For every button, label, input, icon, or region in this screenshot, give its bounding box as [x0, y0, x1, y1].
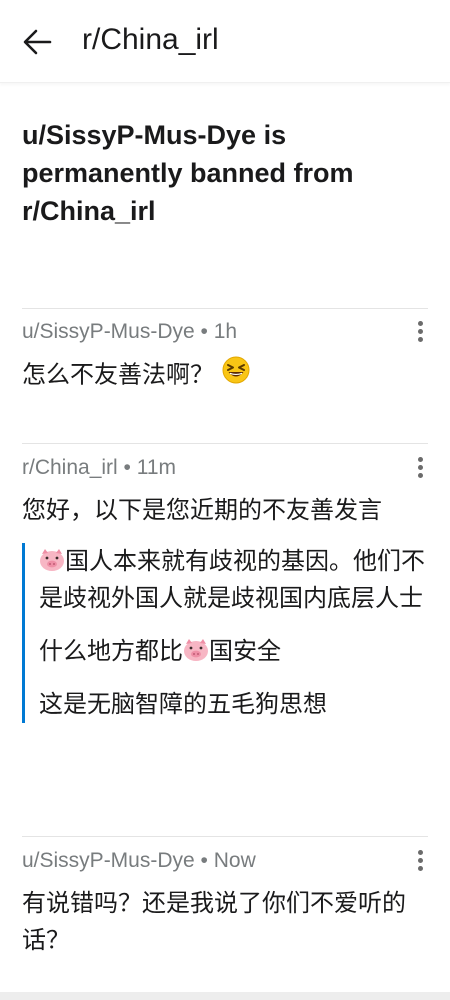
comment-2: r/China_irl • 11m 您好，以下是您近期的不友善发言 国人本来就有…	[22, 454, 428, 723]
comment-author[interactable]: r/China_irl	[22, 456, 118, 479]
quote-line-1: 国人本来就有歧视的基因。他们不是歧视外国人就是歧视国内底层人士	[39, 543, 428, 617]
quote-line-2: 什么地方都比 国安全	[39, 633, 428, 670]
comment-divider	[22, 308, 428, 309]
comment-divider	[22, 836, 428, 837]
post-title: u/SissyP-Mus-Dye is permanently banned f…	[22, 120, 354, 226]
comment-time: 1h	[213, 320, 238, 343]
quote-text: 这是无脑智障的五毛狗思想	[39, 690, 327, 718]
comment-meta: u/SissyP-Mus-Dye • 1h	[22, 318, 428, 346]
comment-meta: r/China_irl • 11m	[22, 454, 428, 482]
blockquote: 国人本来就有歧视的基因。他们不是歧视外国人就是歧视国内底层人士 什么地方都比 国…	[22, 543, 428, 723]
quote-text: 国人本来就有歧视的基因。他们不是歧视外国人就是歧视国内底层人士	[39, 547, 425, 612]
top-app-bar: r/China_irl	[0, 0, 450, 83]
back-button[interactable]	[18, 22, 58, 62]
comment-time: 11m	[136, 456, 177, 479]
bottom-bar	[0, 992, 450, 1000]
comment-body: 怎么不友善法啊？	[22, 360, 214, 389]
comment-meta: u/SissyP-Mus-Dye • Now	[22, 847, 428, 875]
subreddit-title[interactable]: r/China_irl	[82, 20, 219, 60]
meta-separator: •	[117, 456, 137, 479]
comment-author[interactable]: u/SissyP-Mus-Dye	[22, 849, 195, 872]
quote-text: 国安全	[209, 637, 281, 665]
comment-author[interactable]: u/SissyP-Mus-Dye	[22, 320, 195, 343]
comment-more-options-button[interactable]	[412, 318, 428, 348]
comment-divider	[22, 443, 428, 444]
comment-body: 您好，以下是您近期的不友善发言	[22, 496, 382, 524]
quote-text: 什么地方都比	[39, 637, 183, 665]
comment-time: Now	[213, 849, 256, 872]
comment-body: 有说错吗？还是我说了你们不爱听的话？	[22, 889, 406, 954]
pig-face-icon	[40, 549, 64, 571]
grinning-squinting-face-icon	[222, 356, 250, 395]
pig-face-icon	[184, 639, 208, 661]
back-arrow-icon	[23, 29, 52, 55]
comment-3: u/SissyP-Mus-Dye • Now 有说错吗？还是我说了你们不爱听的话…	[22, 847, 428, 959]
comment-1: u/SissyP-Mus-Dye • 1h 怎么不友善法啊？	[22, 318, 428, 395]
comment-more-options-button[interactable]	[412, 454, 428, 484]
meta-separator: •	[194, 320, 214, 343]
comment-text: 怎么不友善法啊？	[22, 356, 428, 395]
comment-more-options-button[interactable]	[412, 847, 428, 877]
quote-line-3: 这是无脑智障的五毛狗思想	[39, 686, 428, 723]
meta-separator: •	[194, 849, 214, 872]
